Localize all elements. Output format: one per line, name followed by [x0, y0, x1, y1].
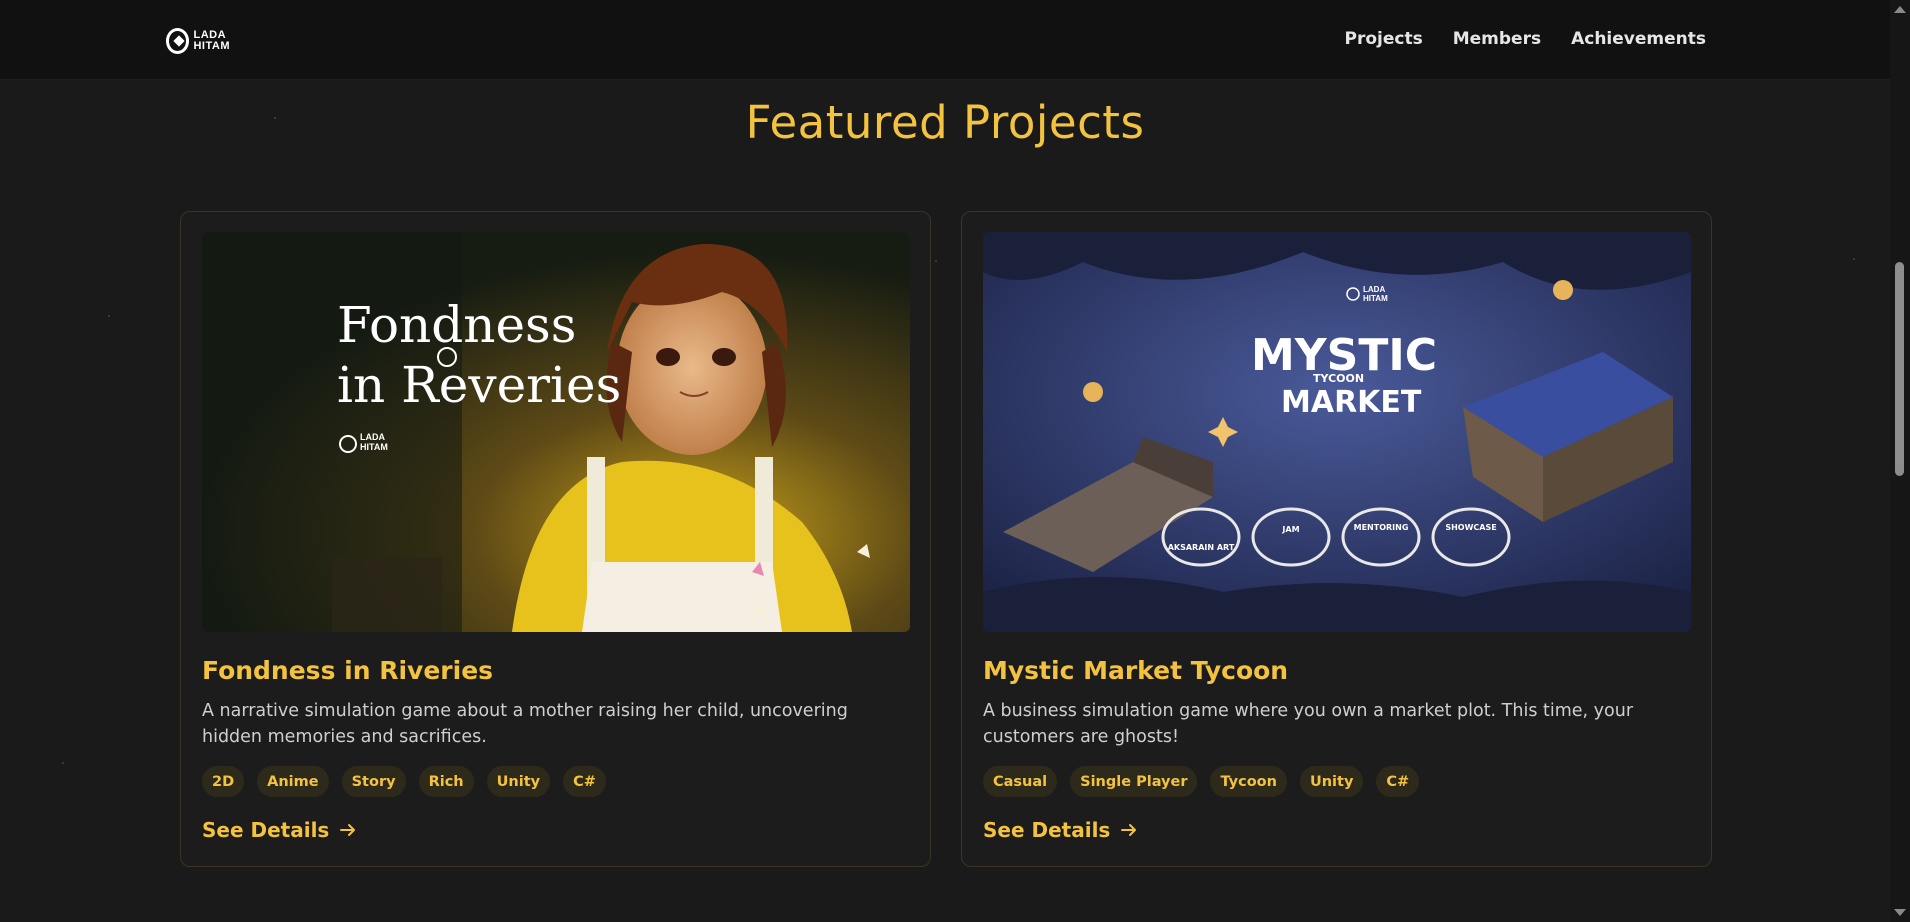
arrow-right-icon — [340, 824, 356, 836]
svg-text:SHOWCASE: SHOWCASE — [1445, 523, 1496, 532]
tag-unity: Unity — [486, 766, 551, 797]
svg-text:JAM: JAM — [1281, 525, 1299, 534]
project-cover-image[interactable]: Fondness in Reveries LADA HITAM — [202, 232, 910, 632]
background-star — [62, 762, 64, 764]
page-title: Featured Projects — [745, 96, 1145, 149]
tag-csharp: C# — [1376, 766, 1420, 797]
page-scrollbar[interactable] — [1890, 0, 1910, 922]
project-description: A narrative simulation game about a moth… — [202, 701, 848, 747]
see-details-label: See Details — [983, 818, 1111, 842]
project-title: Fondness in Riveries — [202, 656, 494, 685]
project-card-fondness: Fondness in Reveries LADA HITAM Fondness… — [180, 211, 931, 867]
cover-title-market: MARKET — [1281, 385, 1422, 420]
fondness-cover-art: Fondness in Reveries LADA HITAM — [202, 232, 910, 632]
svg-text:MENTORING: MENTORING — [1354, 523, 1409, 532]
svg-text:AKSARAIN ART: AKSARAIN ART — [1168, 543, 1235, 552]
tag-story: Story — [341, 766, 406, 797]
tag-rich: Rich — [418, 766, 474, 797]
background-star — [935, 260, 937, 262]
cover-logo-line1: LADA — [360, 432, 385, 442]
project-card-mystic-market: LADA HITAM MYSTIC TYCOON MARKET AKSARAIN… — [961, 211, 1712, 867]
tag-2d: 2D — [202, 766, 245, 797]
cover-logo-line2: HITAM — [1363, 294, 1388, 303]
main-nav: Projects Members Achievements — [1345, 29, 1706, 49]
tag-tycoon: Tycoon — [1210, 766, 1287, 797]
scroll-down-arrow-icon[interactable] — [1894, 909, 1906, 916]
background-star — [108, 315, 110, 317]
logo-wordmark: LADA HITAM — [193, 29, 230, 52]
see-details-link[interactable]: See Details — [202, 818, 357, 842]
project-tags: 2D Anime Story Rich Unity C# — [202, 766, 606, 797]
nav-link-members[interactable]: Members — [1453, 29, 1541, 49]
tag-casual: Casual — [983, 766, 1058, 797]
cover-title-line2: in Reveries — [337, 356, 621, 414]
project-description: A business simulation game where you own… — [983, 701, 1634, 747]
logo-mark-icon — [166, 28, 190, 54]
tag-unity: Unity — [1299, 766, 1364, 797]
project-tags: Casual Single Player Tycoon Unity C# — [983, 766, 1420, 797]
scroll-up-arrow-icon[interactable] — [1894, 6, 1906, 13]
cover-logo-line2: HITAM — [360, 442, 388, 452]
cover-title-line1: Fondness — [337, 296, 576, 354]
background-star — [1853, 258, 1855, 260]
arrow-right-icon — [1121, 824, 1137, 836]
project-title: Mystic Market Tycoon — [983, 656, 1289, 685]
top-navbar: LADA HITAM Projects Members Achievements — [0, 0, 1890, 80]
see-details-label: See Details — [202, 818, 330, 842]
nav-link-achievements[interactable]: Achievements — [1571, 29, 1706, 49]
cover-logo-line1: LADA — [1363, 285, 1385, 294]
cover-title-tycoon: TYCOON — [1313, 372, 1364, 385]
nav-link-projects[interactable]: Projects — [1345, 29, 1423, 49]
tag-anime: Anime — [257, 766, 329, 797]
lada-hitam-logo[interactable]: LADA HITAM — [166, 26, 230, 56]
project-cover-image[interactable]: LADA HITAM MYSTIC TYCOON MARKET AKSARAIN… — [983, 232, 1691, 632]
mystic-market-cover-art: LADA HITAM MYSTIC TYCOON MARKET AKSARAIN… — [983, 232, 1691, 632]
see-details-link[interactable]: See Details — [983, 818, 1138, 842]
tag-csharp: C# — [563, 766, 606, 797]
tag-single-player: Single Player — [1070, 766, 1198, 797]
scrollbar-thumb[interactable] — [1895, 262, 1904, 476]
